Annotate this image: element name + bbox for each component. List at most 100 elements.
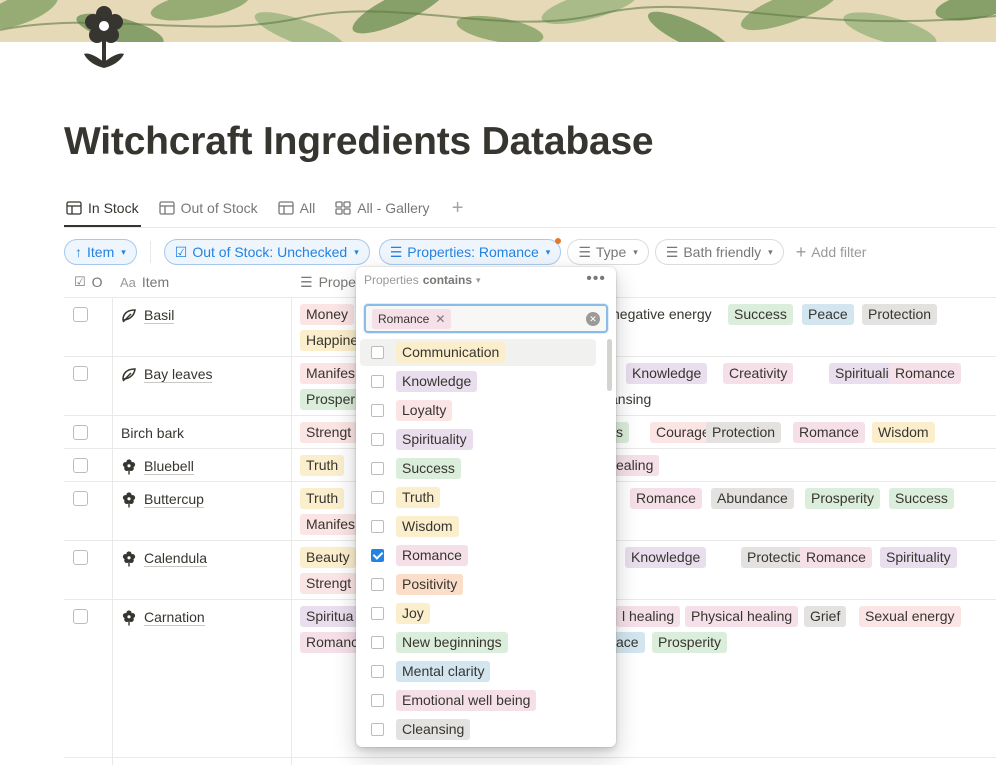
column-header-properties[interactable]: ☰ Prope xyxy=(300,267,356,298)
option-tag-label: Loyalty xyxy=(396,400,453,421)
option-communication[interactable]: Communication xyxy=(360,339,596,366)
properties-filter-chip[interactable]: ☰ Properties: Romance ▾ xyxy=(378,238,562,265)
tab-all[interactable]: All xyxy=(276,191,318,225)
option-tag-label: Spirituality xyxy=(396,429,473,450)
page-flower-icon[interactable] xyxy=(80,4,128,70)
option-checkbox[interactable] xyxy=(371,694,384,707)
out-of-stock-checkbox[interactable] xyxy=(73,609,88,624)
item-name-cell[interactable]: Basil xyxy=(121,307,175,324)
tab-label: Out of Stock xyxy=(180,200,258,216)
sort-chip[interactable]: ↑ Item ▾ xyxy=(64,239,137,265)
property-tag: Protection xyxy=(706,422,782,443)
property-tag: Grief xyxy=(804,606,847,627)
option-loyalty[interactable]: Loyalty xyxy=(360,397,596,424)
checkbox-column-icon: ☑ xyxy=(74,274,86,289)
bath-friendly-filter-chip[interactable]: ☰ Bath friendly ▾ xyxy=(654,239,784,265)
item-name-cell[interactable]: Birch bark xyxy=(121,425,184,441)
out-of-stock-checkbox[interactable] xyxy=(73,366,88,381)
property-tag: Sexual energy xyxy=(859,606,961,627)
item-name: Bay leaves xyxy=(144,366,213,383)
tag-search-input[interactable]: Romance ✕ ✕ xyxy=(364,304,608,333)
type-filter-chip[interactable]: ☰ Type ▾ xyxy=(567,239,649,265)
tab-out-of-stock[interactable]: Out of Stock xyxy=(157,191,260,225)
flower-icon xyxy=(121,458,137,475)
list-icon: ☰ xyxy=(389,243,403,260)
option-checkbox[interactable] xyxy=(371,607,384,620)
option-new-beginnings[interactable]: New beginnings xyxy=(360,629,596,656)
list-icon: ☰ xyxy=(578,243,591,260)
option-positivity[interactable]: Positivity xyxy=(360,571,596,598)
out-of-stock-checkbox[interactable] xyxy=(73,425,88,440)
item-name-cell[interactable]: Bluebell xyxy=(121,458,194,475)
sort-chip-label: Item xyxy=(87,244,115,260)
option-cleansing[interactable]: Cleansing xyxy=(360,716,596,743)
option-checkbox[interactable] xyxy=(371,346,384,359)
property-tag: Spiritua xyxy=(300,606,360,627)
property-tag: Strengt xyxy=(300,573,358,594)
option-romance[interactable]: Romance xyxy=(360,542,596,569)
page-title[interactable]: Witchcraft Ingredients Database xyxy=(64,120,654,164)
table-icon xyxy=(66,201,82,215)
clear-input-icon[interactable]: ✕ xyxy=(586,312,600,326)
chevron-down-icon: ▾ xyxy=(354,246,359,257)
out-of-stock-filter-chip[interactable]: ☑ Out of Stock: Unchecked ▾ xyxy=(163,239,370,265)
option-tag-label: Romance xyxy=(396,545,468,566)
item-name-cell[interactable]: Carnation xyxy=(121,609,205,626)
option-knowledge[interactable]: Knowledge xyxy=(360,368,596,395)
option-checkbox[interactable] xyxy=(371,636,384,649)
property-tag: Romance xyxy=(630,488,702,509)
property-tag: Prosperity xyxy=(652,632,728,653)
out-of-stock-checkbox[interactable] xyxy=(73,307,88,322)
property-tag: Knowledge xyxy=(625,547,707,568)
add-filter-button[interactable]: + Add filter xyxy=(788,239,875,265)
option-tag-label: New beginnings xyxy=(396,632,508,653)
option-checkbox[interactable] xyxy=(371,375,384,388)
option-joy[interactable]: Joy xyxy=(360,600,596,627)
out-of-stock-checkbox[interactable] xyxy=(73,550,88,565)
option-checkbox[interactable] xyxy=(371,665,384,678)
column-header-out-of-stock[interactable]: ☑ O xyxy=(74,267,103,298)
tab-all-gallery[interactable]: All - Gallery xyxy=(333,191,431,225)
filter-property-name: Properties xyxy=(364,273,419,287)
option-checkbox[interactable] xyxy=(371,404,384,417)
more-options-icon[interactable]: ••• xyxy=(586,270,606,288)
option-spirituality[interactable]: Spirituality xyxy=(360,426,596,453)
remove-tag-icon[interactable]: ✕ xyxy=(435,309,445,329)
tab-label: In Stock xyxy=(88,200,139,216)
option-checkbox[interactable] xyxy=(371,433,384,446)
item-name-cell[interactable]: Calendula xyxy=(121,550,208,567)
option-checkbox[interactable] xyxy=(371,462,384,475)
filter-condition-header[interactable]: Properties contains ▾ xyxy=(364,273,481,287)
tab-in-stock[interactable]: In Stock xyxy=(64,191,141,227)
type-filter-label: Type xyxy=(595,244,627,260)
option-emotional-well-being[interactable]: Emotional well being xyxy=(360,687,596,714)
option-checkbox[interactable] xyxy=(371,723,384,736)
option-checkbox[interactable] xyxy=(371,491,384,504)
option-checkbox[interactable] xyxy=(371,549,384,562)
filter-divider xyxy=(149,241,151,263)
option-wisdom[interactable]: Wisdom xyxy=(360,513,596,540)
option-success[interactable]: Success xyxy=(360,455,596,482)
item-name: Carnation xyxy=(144,609,205,626)
option-tag-label: Joy xyxy=(396,603,430,624)
item-name-cell[interactable]: Buttercup xyxy=(121,491,204,508)
out-of-stock-checkbox[interactable] xyxy=(73,491,88,506)
property-filter-popup: Properties contains ▾ ••• Romance ✕ ✕ Co… xyxy=(356,267,616,747)
cover-image[interactable] xyxy=(0,0,996,42)
out-of-stock-checkbox[interactable] xyxy=(73,458,88,473)
table-icon xyxy=(277,201,294,215)
add-view-button[interactable]: + xyxy=(448,197,468,220)
option-checkbox[interactable] xyxy=(371,520,384,533)
chevron-down-icon: ▾ xyxy=(545,246,551,257)
option-checkbox[interactable] xyxy=(371,578,384,591)
option-mental-clarity[interactable]: Mental clarity xyxy=(360,658,596,685)
filter-operator: contains xyxy=(422,273,473,287)
scrollbar[interactable] xyxy=(607,339,612,391)
property-tag: negative energy xyxy=(612,306,712,322)
option-truth[interactable]: Truth xyxy=(360,484,596,511)
tab-label: All - Gallery xyxy=(357,200,430,216)
column-header-item[interactable]: Aa Item xyxy=(120,267,169,298)
item-name-cell[interactable]: Bay leaves xyxy=(121,366,213,383)
item-name: Buttercup xyxy=(144,491,204,508)
property-tag: Romance xyxy=(793,422,865,443)
